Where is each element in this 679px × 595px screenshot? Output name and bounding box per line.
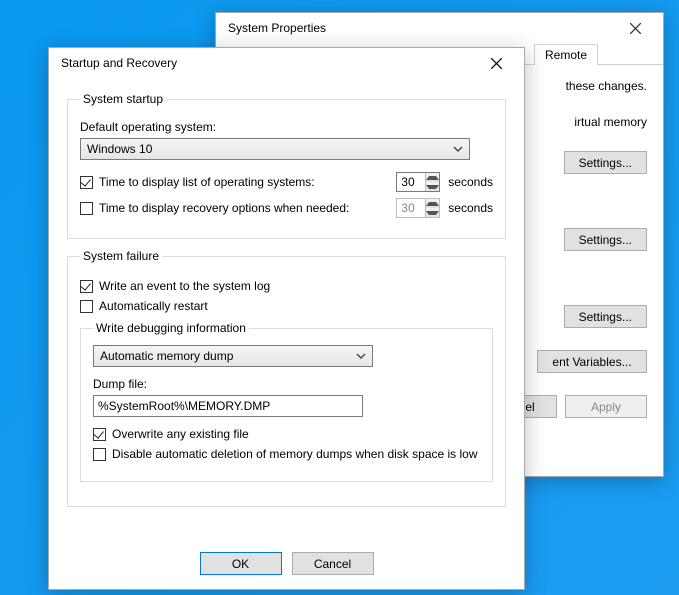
spinner-down-icon[interactable] bbox=[426, 182, 439, 191]
settings-button-2[interactable]: Settings... bbox=[564, 228, 647, 251]
close-icon[interactable] bbox=[476, 49, 516, 77]
seconds-label: seconds bbox=[448, 201, 493, 215]
default-os-select[interactable]: Windows 10 bbox=[80, 138, 470, 160]
chk-write-event-log-label: Write an event to the system log bbox=[99, 279, 270, 293]
chk-auto-restart[interactable] bbox=[80, 300, 93, 313]
debug-info-value: Automatic memory dump bbox=[100, 349, 233, 363]
dump-file-label: Dump file: bbox=[93, 377, 480, 391]
settings-button-3[interactable]: Settings... bbox=[564, 305, 647, 328]
spinner-up-icon[interactable] bbox=[426, 173, 439, 182]
dialog-footer: OK Cancel bbox=[49, 542, 524, 589]
chk-auto-restart-label: Automatically restart bbox=[99, 299, 208, 313]
chk-display-recovery-label: Time to display recovery options when ne… bbox=[99, 201, 349, 215]
bg-apply-button[interactable]: Apply bbox=[565, 395, 647, 418]
dump-file-input[interactable] bbox=[93, 395, 363, 417]
cancel-button[interactable]: Cancel bbox=[292, 552, 374, 575]
display-os-seconds-value: 30 bbox=[397, 173, 425, 191]
chk-overwrite-existing[interactable] bbox=[93, 428, 106, 441]
system-failure-group: System failure Write an event to the sys… bbox=[67, 249, 506, 507]
display-os-seconds-spinner[interactable]: 30 bbox=[396, 172, 440, 192]
chk-disable-auto-delete-label: Disable automatic deletion of memory dum… bbox=[112, 447, 478, 461]
chk-display-os-list[interactable] bbox=[80, 176, 93, 189]
spinner-down-icon bbox=[426, 208, 439, 217]
display-recovery-seconds-value: 30 bbox=[397, 199, 425, 217]
system-properties-titlebar: System Properties bbox=[216, 13, 663, 43]
write-debug-info-group: Write debugging information Automatic me… bbox=[80, 321, 493, 482]
chevron-down-icon bbox=[453, 144, 463, 154]
chk-disable-auto-delete[interactable] bbox=[93, 448, 106, 461]
default-os-value: Windows 10 bbox=[87, 142, 152, 156]
chk-overwrite-existing-label: Overwrite any existing file bbox=[112, 427, 249, 441]
settings-button-1[interactable]: Settings... bbox=[564, 151, 647, 174]
display-recovery-seconds-spinner: 30 bbox=[396, 198, 440, 218]
ok-button[interactable]: OK bbox=[200, 552, 282, 575]
spinner-up-icon bbox=[426, 199, 439, 208]
write-debug-info-legend: Write debugging information bbox=[93, 321, 249, 335]
dialog-titlebar: Startup and Recovery bbox=[49, 48, 524, 78]
chk-display-os-label: Time to display list of operating system… bbox=[99, 175, 315, 189]
chk-write-event-log[interactable] bbox=[80, 280, 93, 293]
tab-remote-label: Remote bbox=[545, 48, 587, 62]
system-failure-legend: System failure bbox=[80, 249, 162, 263]
default-os-label: Default operating system: bbox=[80, 120, 493, 134]
seconds-label: seconds bbox=[448, 175, 493, 189]
system-startup-legend: System startup bbox=[80, 92, 166, 106]
close-icon[interactable] bbox=[615, 14, 655, 42]
debug-info-select[interactable]: Automatic memory dump bbox=[93, 345, 373, 367]
tab-remote[interactable]: Remote bbox=[534, 44, 598, 65]
system-properties-title: System Properties bbox=[228, 21, 326, 35]
chk-display-recovery-options[interactable] bbox=[80, 202, 93, 215]
dialog-title: Startup and Recovery bbox=[61, 56, 177, 70]
environment-variables-button[interactable]: ent Variables... bbox=[537, 350, 647, 373]
system-startup-group: System startup Default operating system:… bbox=[67, 92, 506, 239]
chevron-down-icon bbox=[356, 351, 366, 361]
startup-recovery-dialog: Startup and Recovery System startup Defa… bbox=[48, 47, 525, 590]
